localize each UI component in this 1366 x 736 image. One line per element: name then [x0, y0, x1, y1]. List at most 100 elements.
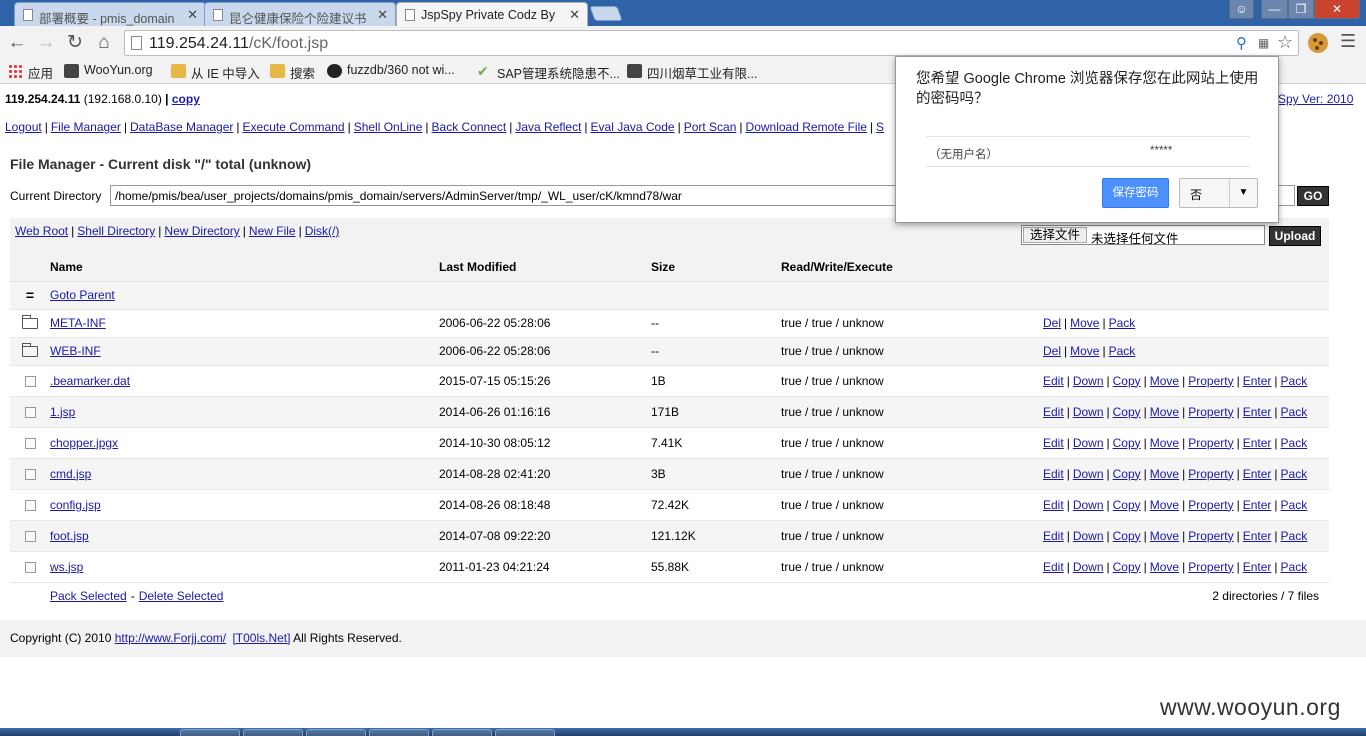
select-checkbox[interactable] [24, 437, 36, 449]
action-copy-link[interactable]: Copy [1113, 560, 1141, 574]
file-link[interactable]: .beamarker.dat [50, 374, 130, 388]
action-del-link[interactable]: Del [1043, 316, 1061, 330]
bookmark-star-icon[interactable]: ☆ [1277, 32, 1293, 53]
taskbar-item[interactable] [495, 729, 555, 736]
action-copy-link[interactable]: Copy [1113, 405, 1141, 419]
taskbar-item[interactable] [306, 729, 366, 736]
bookmark-fuzzdb[interactable]: fuzzdb/360 not wi... [327, 63, 455, 78]
menu-link-file-manager[interactable]: File Manager [51, 120, 121, 134]
taskbar-item[interactable] [243, 729, 303, 736]
action-edit-link[interactable]: Edit [1043, 560, 1064, 574]
action-enter-link[interactable]: Enter [1243, 529, 1272, 543]
action-pack-link[interactable]: Pack [1281, 374, 1308, 388]
action-enter-link[interactable]: Enter [1243, 467, 1272, 481]
delete-selected-link[interactable]: Delete Selected [139, 589, 224, 603]
go-button[interactable]: GO [1297, 186, 1329, 206]
file-link[interactable]: 1.jsp [50, 405, 75, 419]
forjj-link[interactable]: http://www.Forjj.com/ [115, 631, 226, 645]
action-down-link[interactable]: Down [1073, 467, 1104, 481]
action-down-link[interactable]: Down [1073, 560, 1104, 574]
action-edit-link[interactable]: Edit [1043, 529, 1064, 543]
pack-selected-link[interactable]: Pack Selected [50, 589, 127, 603]
file-link[interactable]: foot.jsp [50, 529, 89, 543]
action-down-link[interactable]: Down [1073, 498, 1104, 512]
menu-link-s[interactable]: S [876, 120, 884, 134]
new-tab-button[interactable] [589, 6, 623, 21]
t00ls-link[interactable]: [T00ls.Net] [232, 631, 290, 645]
key-icon[interactable]: ⚲ [1236, 34, 1247, 52]
action-pack-link[interactable]: Pack [1281, 529, 1308, 543]
menu-link-logout[interactable]: Logout [5, 120, 42, 134]
quick-link-web-root[interactable]: Web Root [15, 224, 68, 238]
menu-link-shell-online[interactable]: Shell OnLine [354, 120, 423, 134]
quick-link-disk-[interactable]: Disk(/) [305, 224, 340, 238]
quick-link-shell-directory[interactable]: Shell Directory [77, 224, 155, 238]
bookmark-ie-import[interactable]: 从 IE 中导入 [171, 63, 260, 82]
quick-link-new-directory[interactable]: New Directory [164, 224, 239, 238]
action-property-link[interactable]: Property [1188, 436, 1233, 450]
action-enter-link[interactable]: Enter [1243, 374, 1272, 388]
select-checkbox[interactable] [24, 375, 36, 387]
taskbar-item[interactable] [180, 729, 240, 736]
action-pack-link[interactable]: Pack [1281, 405, 1308, 419]
file-chooser[interactable]: 选择文件 未选择任何文件 [1021, 225, 1265, 246]
action-move-link[interactable]: Move [1150, 374, 1179, 388]
forward-arrow-icon[interactable]: → [35, 32, 57, 54]
file-link[interactable]: ws.jsp [50, 560, 83, 574]
close-icon[interactable]: ✕ [377, 7, 388, 23]
action-pack-link[interactable]: Pack [1281, 467, 1308, 481]
action-down-link[interactable]: Down [1073, 374, 1104, 388]
action-down-link[interactable]: Down [1073, 405, 1104, 419]
menu-link-java-reflect[interactable]: Java Reflect [515, 120, 581, 134]
nope-dropdown-button[interactable]: 否 ▼ [1179, 178, 1258, 208]
directory-link[interactable]: WEB-INF [50, 344, 101, 358]
back-arrow-icon[interactable]: ← [6, 32, 28, 54]
reload-icon[interactable]: ↻ [64, 32, 86, 54]
action-property-link[interactable]: Property [1188, 374, 1233, 388]
action-enter-link[interactable]: Enter [1243, 498, 1272, 512]
file-link[interactable]: cmd.jsp [50, 467, 91, 481]
version-link[interactable]: Spy Ver: 2010 [1278, 92, 1353, 106]
user-icon[interactable]: ☺ [1229, 0, 1254, 19]
action-move-link[interactable]: Move [1150, 405, 1179, 419]
address-bar[interactable]: 119.254.24.11/cK/foot.jsp ⚲ ▦ ☆ [124, 30, 1299, 56]
chrome-menu-icon[interactable]: ☰ [1340, 31, 1356, 52]
select-checkbox[interactable] [24, 561, 36, 573]
menu-link-back-connect[interactable]: Back Connect [432, 120, 507, 134]
taskbar-item[interactable] [432, 729, 492, 736]
action-copy-link[interactable]: Copy [1113, 529, 1141, 543]
window-close-icon[interactable]: ✕ [1314, 0, 1360, 19]
action-property-link[interactable]: Property [1188, 405, 1233, 419]
action-pack-link[interactable]: Pack [1281, 560, 1308, 574]
file-link[interactable]: config.jsp [50, 498, 101, 512]
action-move-link[interactable]: Move [1150, 529, 1179, 543]
minimize-icon[interactable]: — [1261, 0, 1288, 19]
close-icon[interactable]: ✕ [187, 7, 198, 23]
action-enter-link[interactable]: Enter [1243, 405, 1272, 419]
action-move-link[interactable]: Move [1150, 436, 1179, 450]
action-edit-link[interactable]: Edit [1043, 467, 1064, 481]
bookmark-search[interactable]: 搜索 [270, 63, 315, 82]
action-pack-link[interactable]: Pack [1109, 316, 1136, 330]
action-edit-link[interactable]: Edit [1043, 405, 1064, 419]
copy-link[interactable]: copy [172, 92, 200, 106]
select-checkbox[interactable] [24, 406, 36, 418]
file-link[interactable]: chopper.jpgx [50, 436, 118, 450]
quick-link-new-file[interactable]: New File [249, 224, 296, 238]
action-move-link[interactable]: Move [1150, 467, 1179, 481]
menu-link-port-scan[interactable]: Port Scan [684, 120, 737, 134]
action-del-link[interactable]: Del [1043, 344, 1061, 358]
bookmark-apps[interactable]: 应用 [8, 63, 53, 82]
maximize-icon[interactable]: ❐ [1288, 0, 1314, 19]
action-down-link[interactable]: Down [1073, 436, 1104, 450]
action-copy-link[interactable]: Copy [1113, 498, 1141, 512]
directory-link[interactable]: META-INF [50, 316, 106, 330]
action-copy-link[interactable]: Copy [1113, 467, 1141, 481]
dropdown-arrow-icon[interactable]: ▼ [1229, 179, 1257, 207]
action-copy-link[interactable]: Copy [1113, 436, 1141, 450]
action-property-link[interactable]: Property [1188, 560, 1233, 574]
action-enter-link[interactable]: Enter [1243, 560, 1272, 574]
action-edit-link[interactable]: Edit [1043, 436, 1064, 450]
action-pack-link[interactable]: Pack [1281, 436, 1308, 450]
action-down-link[interactable]: Down [1073, 529, 1104, 543]
